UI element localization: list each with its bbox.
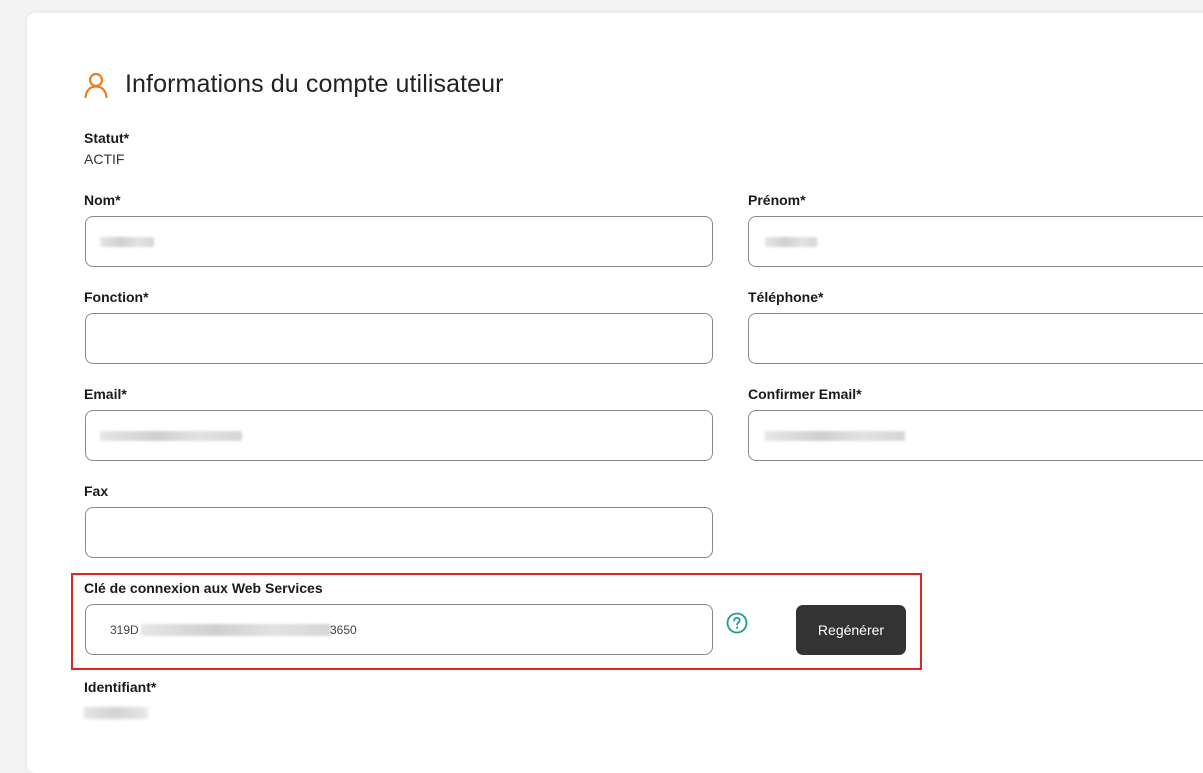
confirmer-email-field[interactable] [748,410,1203,461]
fax-label: Fax [84,483,109,499]
telephone-label: Téléphone* [748,289,824,305]
statut-value: ACTIF [84,151,125,167]
nom-label: Nom* [84,192,121,208]
fonction-field[interactable] [85,313,713,364]
fax-field[interactable] [85,507,713,558]
page-title: Informations du compte utilisateur [125,70,504,98]
fonction-label: Fonction* [84,289,149,305]
redacted-value [100,236,154,247]
identifiant-value [84,707,148,719]
regenerate-button[interactable]: Regénérer [796,605,906,655]
email-field[interactable] [85,410,713,461]
redacted-value [765,236,817,247]
nom-field[interactable] [85,216,713,267]
redacted-value [765,430,905,441]
redacted-key [141,623,331,636]
question-circle-icon[interactable] [726,612,748,634]
key-suffix: 3650 [330,622,357,637]
redacted-value [100,430,242,441]
web-services-key-label: Clé de connexion aux Web Services [84,580,323,596]
telephone-field[interactable] [748,313,1203,364]
key-prefix: 319D [110,622,139,637]
prenom-field[interactable] [748,216,1203,267]
email-label: Email* [84,386,127,402]
prenom-label: Prénom* [748,192,806,208]
user-icon [84,72,108,98]
statut-label: Statut* [84,130,130,146]
confirmer-email-label: Confirmer Email* [748,386,862,402]
web-services-key-field[interactable]: 319D 3650 [85,604,713,655]
identifiant-label: Identifiant* [84,679,157,695]
section-header: Informations du compte utilisateur [83,70,504,99]
